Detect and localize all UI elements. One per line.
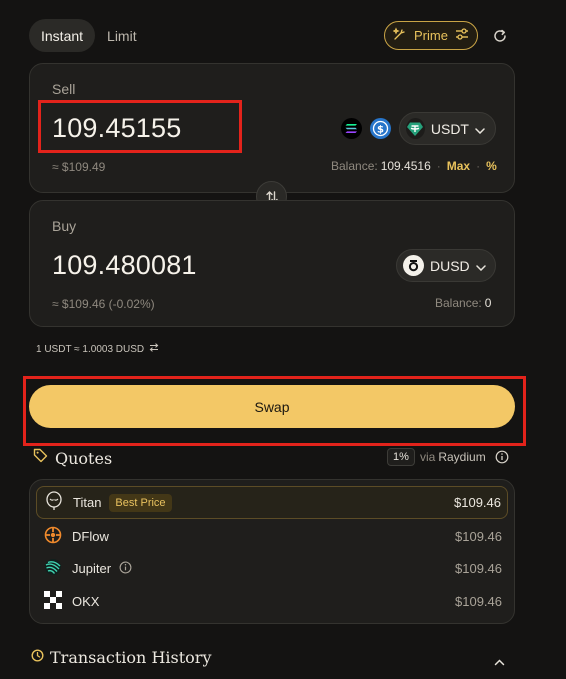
- buy-token-selector[interactable]: DUSD: [396, 249, 496, 282]
- transaction-history-header[interactable]: Transaction History: [31, 648, 211, 667]
- sell-usd-value: ≈ $109.49: [52, 160, 106, 174]
- prime-button[interactable]: Prime: [384, 21, 478, 50]
- quote-name: Titan: [73, 495, 102, 510]
- quote-price: $109.46: [454, 495, 501, 510]
- route-info: via Raydium: [420, 450, 486, 464]
- usdt-icon: [406, 118, 425, 139]
- buy-balance-value: 0: [484, 296, 492, 310]
- quote-price: $109.46: [455, 594, 502, 609]
- quote-row-dflow[interactable]: DFlow $109.46: [36, 520, 508, 553]
- exchange-rate[interactable]: 1 USDT ≈ 1.0003 DUSD: [36, 343, 159, 355]
- info-icon[interactable]: [495, 450, 509, 469]
- tag-icon: [33, 448, 48, 468]
- settings-sliders-icon: [455, 28, 469, 43]
- info-icon[interactable]: [119, 561, 132, 577]
- sparkle-icon: [392, 27, 407, 44]
- solana-icon[interactable]: [341, 118, 362, 139]
- sell-balance-value: 109.4516: [380, 159, 431, 173]
- chevron-up-icon[interactable]: [494, 653, 505, 671]
- buy-amount: 109.480081: [52, 250, 197, 280]
- percent-button[interactable]: %: [486, 159, 497, 173]
- sell-token-selector[interactable]: USDT: [399, 112, 496, 145]
- quote-price: $109.46: [455, 529, 502, 544]
- quote-row-titan[interactable]: Titan Best Price $109.46: [36, 486, 508, 519]
- sell-balance-row: Balance: 109.4516 · Max · %: [331, 159, 497, 173]
- quote-name: Jupiter: [72, 561, 112, 576]
- exchange-rate-text: 1 USDT ≈ 1.0003 DUSD: [36, 343, 145, 355]
- transaction-history-title: Transaction History: [50, 648, 212, 667]
- chevron-down-icon: [475, 258, 486, 274]
- clock-history-icon: [31, 648, 44, 667]
- mode-tabs: Instant Limit: [29, 19, 149, 52]
- quote-name: DFlow: [72, 529, 109, 544]
- quotes-list: Titan Best Price $109.46 DFlow $109.46 J…: [29, 479, 515, 624]
- svg-text:$: $: [377, 124, 384, 135]
- sell-balance-label: Balance:: [331, 159, 378, 173]
- quotes-title: Quotes: [55, 448, 113, 468]
- refresh-icon[interactable]: [490, 26, 510, 46]
- chevron-down-icon: [475, 121, 485, 137]
- dusd-icon: [403, 255, 424, 276]
- best-price-badge: Best Price: [109, 493, 172, 512]
- buy-label: Buy: [52, 218, 77, 234]
- titan-logo-icon: [45, 491, 63, 514]
- via-label: via: [420, 450, 436, 464]
- tab-instant[interactable]: Instant: [29, 19, 96, 52]
- swap-button[interactable]: Swap: [29, 385, 515, 428]
- quote-row-jupiter[interactable]: Jupiter $109.46: [36, 552, 508, 585]
- route-name: Raydium: [438, 450, 486, 464]
- sell-token-symbol: USDT: [430, 120, 469, 137]
- sell-label: Sell: [52, 81, 76, 97]
- dflow-logo-icon: [44, 526, 62, 547]
- separator-dot: ·: [436, 159, 441, 173]
- max-button[interactable]: Max: [447, 159, 470, 173]
- okx-logo-icon: [44, 591, 62, 612]
- buy-usd-value: ≈ $109.46 (-0.02%): [52, 297, 155, 311]
- separator-dot: ·: [476, 159, 481, 173]
- quote-price: $109.46: [455, 561, 502, 576]
- prime-label: Prime: [414, 28, 448, 43]
- switch-rate-icon: [149, 343, 159, 355]
- buy-balance-row: Balance: 0: [435, 296, 491, 310]
- tab-limit[interactable]: Limit: [95, 19, 149, 52]
- buy-panel: Buy 109.480081 ≈ $109.46 (-0.02%) DUSD B…: [29, 200, 515, 327]
- quote-name: OKX: [72, 594, 100, 609]
- buy-balance-label: Balance:: [435, 296, 482, 310]
- highlight-sell-amount: [38, 100, 242, 153]
- slippage-badge[interactable]: 1%: [387, 448, 415, 466]
- quote-row-okx[interactable]: OKX $109.46: [36, 585, 508, 618]
- quotes-header: Quotes: [33, 448, 112, 468]
- jupiter-logo-icon: [44, 558, 62, 579]
- usdc-icon[interactable]: $: [370, 118, 391, 139]
- buy-token-symbol: DUSD: [430, 257, 470, 274]
